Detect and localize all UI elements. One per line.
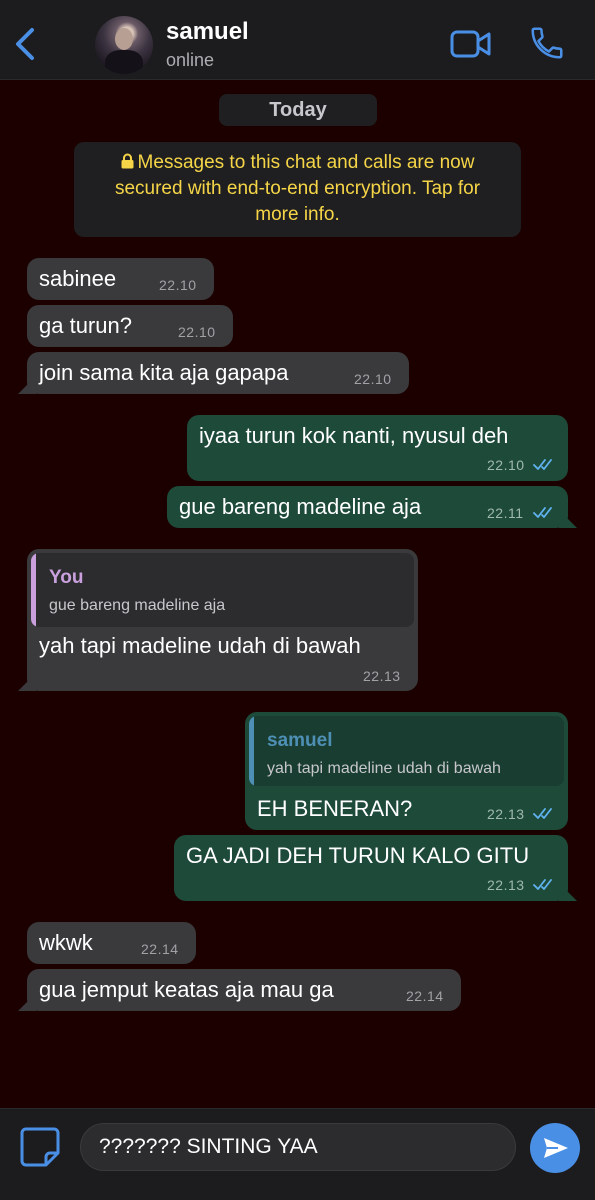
message-bubble-incoming[interactable]: wkwk 22.14 [27, 922, 196, 964]
encryption-notice[interactable]: Messages to this chat and calls are now … [74, 142, 521, 237]
quoted-message[interactable]: You gue bareng madeline aja [31, 553, 414, 627]
message-bubble-outgoing[interactable]: gue bareng madeline aja 22.11 [167, 486, 577, 528]
message-bubble-incoming[interactable]: sabinee 22.10 [27, 258, 214, 300]
video-call-button[interactable] [450, 28, 492, 60]
message-time: 22.10 [487, 457, 525, 473]
quoted-text: gue bareng madeline aja [49, 597, 226, 614]
message-time: 22.11 [487, 505, 524, 521]
avatar[interactable] [95, 16, 153, 74]
message-time: 22.13 [487, 877, 525, 893]
quoted-author: samuel [267, 730, 333, 751]
message-bubble-incoming[interactable]: join sama kita aja gapapa 22.10 [18, 352, 409, 394]
message-text: GA JADI DEH TURUN KALO GITU [186, 843, 530, 868]
message-text: gua jemput keatas aja mau ga [39, 977, 334, 1002]
chat-header: samuel online [0, 0, 595, 80]
back-button[interactable] [10, 24, 42, 64]
message-text: sabinee [39, 266, 117, 291]
message-bubble-outgoing[interactable]: iyaa turun kok nanti, nyusul deh 22.10 [187, 415, 568, 481]
contact-name[interactable]: samuel [166, 18, 249, 46]
message-time: 22.14 [406, 988, 444, 1004]
read-receipt-icon [533, 459, 552, 470]
message-text: gue bareng madeline aja [179, 494, 422, 519]
quoted-message[interactable]: samuel yah tapi madeline udah di bawah [249, 716, 564, 786]
message-time: 22.13 [487, 806, 525, 822]
chevron-left-icon [16, 28, 34, 60]
message-text: yah tapi madeline udah di bawah [39, 633, 361, 658]
voice-call-button[interactable] [528, 24, 566, 62]
message-bubble-outgoing-reply[interactable]: samuel yah tapi madeline udah di bawah E… [245, 712, 568, 830]
message-time: 22.13 [363, 668, 401, 684]
read-receipt-icon [533, 507, 552, 518]
message-time: 22.10 [354, 371, 392, 387]
read-receipt-icon [533, 808, 552, 819]
message-text: ga turun? [39, 313, 132, 338]
message-text: wkwk [39, 930, 93, 955]
message-time: 22.14 [141, 941, 179, 957]
lock-icon [121, 153, 134, 169]
encryption-notice-text: Messages to this chat and calls are now … [114, 152, 481, 225]
sticker-icon [20, 1127, 60, 1167]
message-text: join sama kita aja gapapa [39, 360, 289, 385]
message-bubble-incoming[interactable]: ga turun? 22.10 [27, 305, 233, 347]
message-time: 22.10 [178, 324, 216, 340]
send-icon [544, 1138, 568, 1158]
date-separator: Today [219, 94, 377, 126]
message-text: iyaa turun kok nanti, nyusul deh [199, 423, 509, 448]
quoted-text: yah tapi madeline udah di bawah [267, 760, 501, 777]
message-input[interactable] [80, 1123, 516, 1171]
sticker-button[interactable] [16, 1123, 64, 1171]
read-receipt-icon [533, 879, 552, 890]
message-text: EH BENERAN? [257, 796, 413, 821]
video-camera-icon [450, 30, 491, 58]
message-time: 22.10 [159, 277, 197, 293]
message-bubble-incoming[interactable]: gua jemput keatas aja mau ga 22.14 [18, 969, 461, 1011]
message-composer [0, 1108, 595, 1200]
message-bubble-incoming-reply[interactable]: You gue bareng madeline aja yah tapi mad… [18, 549, 418, 691]
message-bubble-outgoing[interactable]: GA JADI DEH TURUN KALO GITU 22.13 [174, 835, 577, 901]
quoted-author: You [49, 567, 84, 588]
contact-status: online [166, 50, 215, 70]
phone-icon [531, 27, 563, 59]
send-button[interactable] [530, 1123, 580, 1173]
